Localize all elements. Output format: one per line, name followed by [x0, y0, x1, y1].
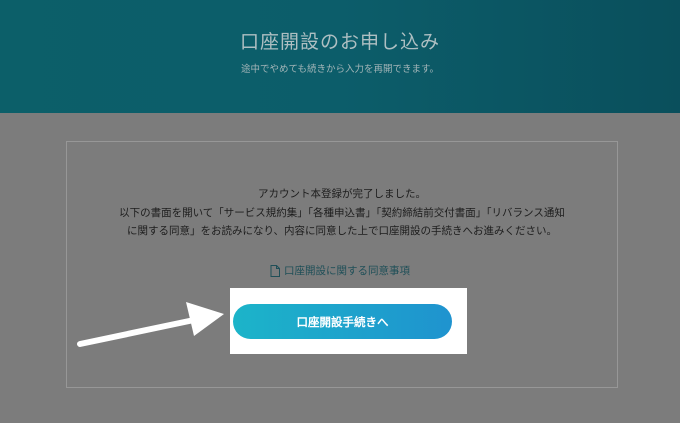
message-line: アカウント本登録が完了しました。: [258, 188, 426, 200]
page-title: 口座開設のお申し込み: [239, 31, 440, 53]
message-line: に関する同意」をお読みになり、内容に同意した上で口座開設の手続きへお進みください…: [126, 225, 558, 237]
consent-document-link[interactable]: 口座開設に関する同意事項: [0, 263, 680, 278]
message-line: 以下の書面を開いて「サービス規約集」「各種申込書」「契約締結前交付書面」「リバラ…: [119, 206, 565, 219]
pointer-arrow-icon: [77, 302, 224, 347]
page-header: 口座開設のお申し込み 途中でやめても続きから入力を再開できます。: [0, 0, 680, 113]
proceed-to-account-opening-button[interactable]: 口座開設手続きへ: [233, 304, 452, 339]
consent-document-link-label: 口座開設に関する同意事項: [284, 265, 410, 277]
document-icon: [270, 264, 280, 277]
completion-message: アカウント本登録が完了しました。 以下の書面を開いて「サービス規約集」「各種申込…: [66, 185, 618, 241]
page-subtitle: 途中でやめても続きから入力を再開できます。: [240, 64, 440, 75]
